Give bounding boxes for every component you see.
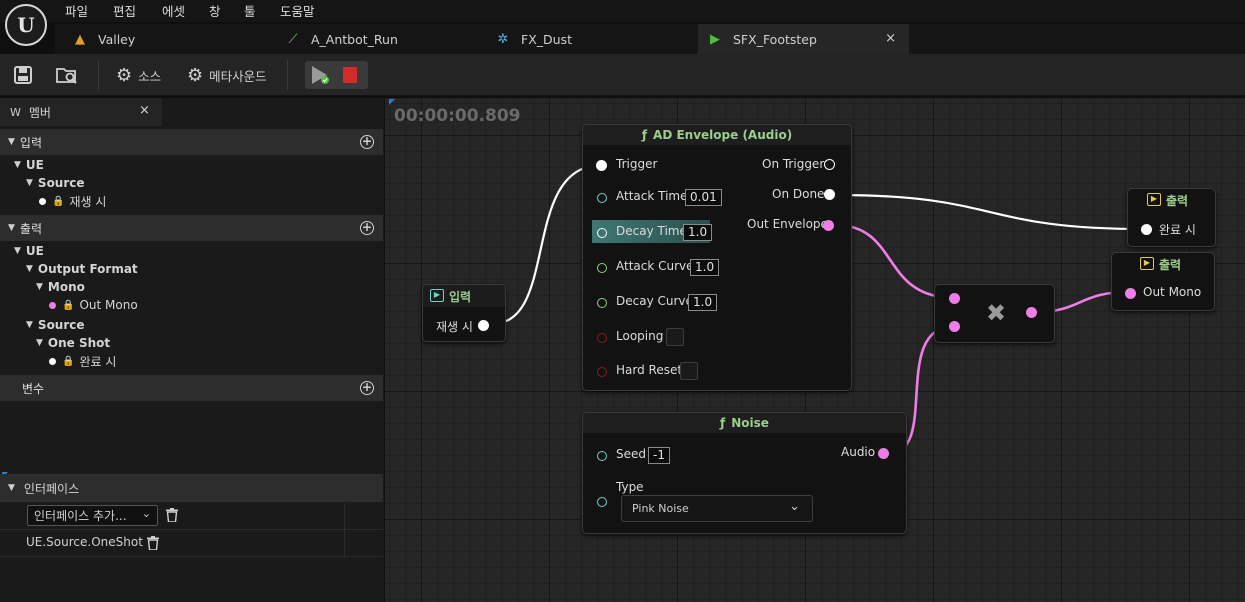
on-done-output-pin[interactable] <box>824 189 835 200</box>
decay-curve-pin[interactable] <box>597 298 607 308</box>
decay-time-pin[interactable] <box>597 228 607 238</box>
node-title: ƒ AD Envelope (Audio) <box>583 125 851 145</box>
chevron-down-icon: ⌄ <box>789 499 800 514</box>
output-node-on-finished[interactable]: ▶ 출력 완료 시 <box>1127 188 1216 247</box>
output-icon: ▶ <box>1147 193 1161 206</box>
node-title: 출력 <box>1166 194 1189 208</box>
seed-value[interactable]: -1 <box>648 447 670 464</box>
hard-reset-pin[interactable] <box>597 367 607 377</box>
pin-label-decay-curve: Decay Curve <box>616 294 693 308</box>
seed-pin[interactable] <box>597 451 607 461</box>
pin-label-attack-curve: Attack Curve <box>616 259 694 273</box>
multiply-icon: ✖ <box>986 299 1007 327</box>
noise-type-dropdown[interactable]: Pink Noise ⌄ <box>621 495 813 522</box>
pin-label-attack-time: Attack Time <box>616 189 688 203</box>
trigger-input-pin[interactable] <box>596 160 607 171</box>
on-trigger-output-pin[interactable] <box>824 159 835 170</box>
multiply-input-b-pin[interactable] <box>949 321 960 332</box>
pin-label-trigger: Trigger <box>616 157 658 171</box>
decay-time-value[interactable]: 1.0 <box>683 224 713 241</box>
attack-time-pin[interactable] <box>597 193 607 203</box>
node-title: 출력 <box>1159 258 1182 272</box>
wire-on-done-to-finished <box>835 193 1144 231</box>
out-envelope-output-pin[interactable] <box>823 220 834 231</box>
input-node-on-play[interactable]: ▶ 입력 재생 시 <box>422 284 506 342</box>
function-icon: ƒ <box>720 416 726 430</box>
on-finished-input-pin[interactable] <box>1141 224 1152 235</box>
output-icon: ▶ <box>1140 257 1154 270</box>
pin-label-audio: Audio <box>841 445 876 459</box>
pin-label-out-envelope: Out Envelope <box>747 217 828 231</box>
on-play-output-pin[interactable] <box>478 320 489 331</box>
out-mono-input-pin[interactable] <box>1125 288 1136 299</box>
pin-label: 재생 시 <box>436 320 473 334</box>
pin-label-type: Type <box>616 480 644 494</box>
pin-label-on-done: On Done <box>772 187 825 201</box>
function-icon: ƒ <box>641 128 648 142</box>
decay-curve-value[interactable]: 1.0 <box>688 294 718 311</box>
pin-label-decay-time: Decay Time <box>616 224 687 238</box>
attack-curve-pin[interactable] <box>597 263 607 273</box>
type-pin[interactable] <box>597 497 607 507</box>
looping-pin[interactable] <box>597 333 607 343</box>
hard-reset-checkbox[interactable] <box>680 362 698 380</box>
node-title: ƒ Noise <box>583 413 906 433</box>
input-icon: ▶ <box>430 289 444 302</box>
node-title-label: Noise <box>731 416 769 430</box>
pin-label-looping: Looping <box>616 329 664 343</box>
multiply-input-a-pin[interactable] <box>949 293 960 304</box>
attack-time-value[interactable]: 0.01 <box>685 189 722 206</box>
looping-checkbox[interactable] <box>666 328 684 346</box>
audio-output-pin[interactable] <box>878 448 889 459</box>
pin-label: 완료 시 <box>1159 223 1196 237</box>
pin-label-on-trigger: On Trigger <box>762 157 825 171</box>
node-title: 입력 <box>449 290 472 304</box>
attack-curve-value[interactable]: 1.0 <box>690 259 720 276</box>
output-node-out-mono[interactable]: ▶ 출력 Out Mono <box>1111 252 1215 311</box>
node-title-label: AD Envelope (Audio) <box>653 128 793 142</box>
multiply-output-pin[interactable] <box>1026 307 1037 318</box>
pin-label-seed: Seed <box>616 447 646 461</box>
pin-label-hard-reset: Hard Reset <box>616 363 683 377</box>
noise-type-value: Pink Noise <box>632 502 689 515</box>
pin-label: Out Mono <box>1143 285 1202 299</box>
